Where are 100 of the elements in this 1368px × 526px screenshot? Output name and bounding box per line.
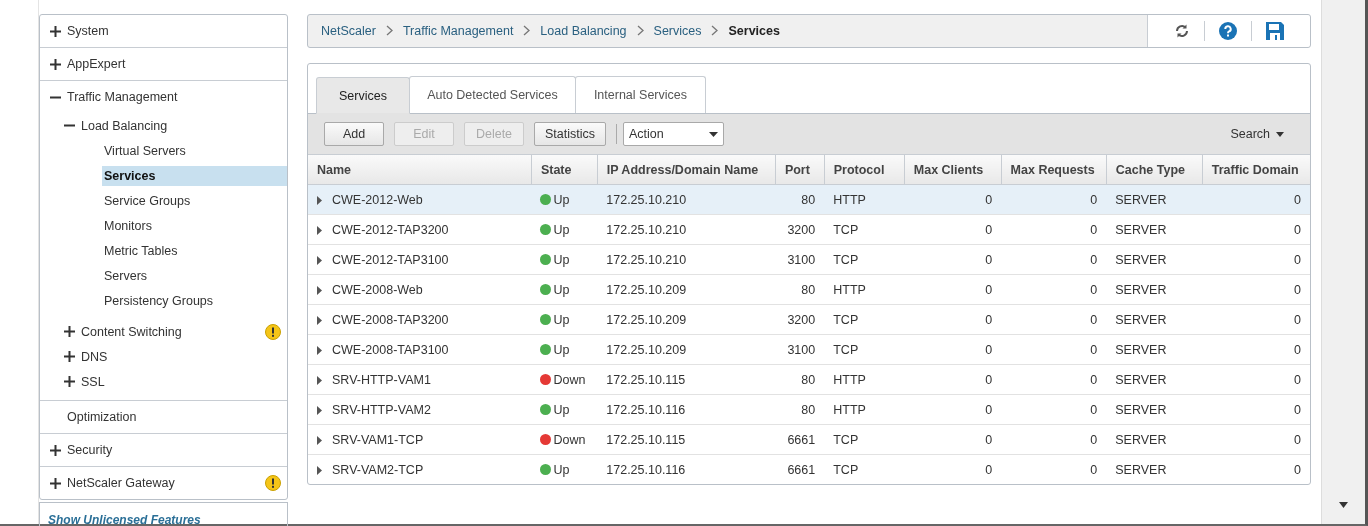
table-cell: SERVER: [1115, 342, 1167, 357]
nav-item[interactable]: Servers: [102, 265, 287, 286]
table-cell: 0: [985, 402, 993, 417]
table-cell: TCP: [833, 342, 859, 357]
nav-item[interactable]: Optimization: [67, 410, 137, 424]
column-header[interactable]: Max Clients: [904, 155, 1002, 185]
column-header[interactable]: State: [531, 155, 598, 185]
expand-triangle-icon[interactable]: [317, 255, 322, 265]
expand-triangle-icon[interactable]: [317, 435, 322, 445]
table-cell: 0: [985, 432, 993, 447]
nav-item[interactable]: NetScaler Gateway: [67, 476, 175, 490]
table-cell: SERVER: [1115, 462, 1167, 477]
save-icon[interactable]: [1266, 22, 1284, 40]
nav-item[interactable]: DNS: [81, 349, 108, 364]
service-name: CWE-2008-TAP3200: [332, 312, 449, 327]
table-cell: TCP: [833, 432, 859, 447]
table-cell: 0: [1090, 402, 1098, 417]
nav-item[interactable]: Services: [102, 165, 287, 186]
column-header[interactable]: Traffic Domain: [1202, 155, 1310, 185]
expand-triangle-icon[interactable]: [317, 465, 322, 475]
table-cell: 0: [985, 372, 993, 387]
search-menu[interactable]: Search: [1230, 127, 1294, 141]
table-row[interactable]: SRV-HTTP-VAM2 Up 172.25.10.116 80 HTTP 0 0 SERVER 0: [308, 394, 1310, 425]
table-row[interactable]: SRV-HTTP-VAM1 Down 172.25.10.115 80 HTTP 0 0 SERVER 0: [308, 364, 1310, 395]
table-cell: 0: [1294, 252, 1301, 267]
tab[interactable]: Internal Services: [574, 76, 706, 113]
table-row[interactable]: CWE-2012-TAP3100 Up 172.25.10.210 3100 TCP 0 0 SERVER 0: [308, 244, 1310, 275]
table-row[interactable]: SRV-VAM1-TCP Down 172.25.10.115 6661 TCP 0 0 SERVER 0: [308, 424, 1310, 455]
nav-item[interactable]: System: [67, 24, 109, 38]
expand-triangle-icon[interactable]: [317, 315, 322, 325]
nav-item[interactable]: Virtual Servers: [102, 140, 287, 161]
nav-item[interactable]: Content Switching: [81, 324, 182, 339]
plus-icon[interactable]: [50, 477, 61, 489]
column-header[interactable]: Port: [775, 155, 825, 185]
table-cell: 0: [1090, 312, 1098, 327]
table-cell: HTTP: [833, 192, 866, 207]
table-cell: 0: [1090, 282, 1098, 297]
table-cell: 0: [1294, 282, 1301, 297]
column-header[interactable]: Cache Type: [1106, 155, 1203, 185]
breadcrumb-current: Services: [728, 24, 780, 38]
table-cell: 0: [1294, 192, 1301, 207]
table-cell: 0: [1090, 222, 1098, 237]
table-row[interactable]: CWE-2012-TAP3200 Up 172.25.10.210 3200 TCP 0 0 SERVER 0: [308, 214, 1310, 245]
plus-icon[interactable]: [64, 376, 75, 387]
nav-item[interactable]: AppExpert: [67, 57, 126, 71]
table-cell: 172.25.10.210: [606, 192, 687, 207]
toolbar-button[interactable]: Add: [324, 122, 384, 146]
table-row[interactable]: CWE-2008-TAP3200 Up 172.25.10.209 3200 TCP 0 0 SERVER 0: [308, 304, 1310, 335]
plus-icon[interactable]: [50, 58, 61, 70]
nav-item[interactable]: Metric Tables: [102, 240, 287, 261]
service-name: CWE-2012-TAP3200: [332, 222, 449, 237]
expand-triangle-icon[interactable]: [317, 195, 322, 205]
table-cell: HTTP: [833, 402, 866, 417]
status-text: Up: [553, 252, 570, 267]
breadcrumb-link[interactable]: Load Balancing: [540, 24, 627, 38]
toolbar-button[interactable]: Statistics: [534, 122, 606, 146]
table-cell: 0: [1294, 222, 1301, 237]
table-cell: 3200: [787, 222, 816, 237]
expand-triangle-icon[interactable]: [317, 345, 322, 355]
expand-triangle-icon[interactable]: [317, 405, 322, 415]
table-row[interactable]: CWE-2008-Web Up 172.25.10.209 80 HTTP 0 0 SERVER 0: [308, 274, 1310, 305]
table-row[interactable]: CWE-2012-Web Up 172.25.10.210 80 HTTP 0 0 SERVER 0: [308, 184, 1310, 215]
tab[interactable]: Services: [316, 77, 410, 114]
nav-item[interactable]: Traffic Management: [67, 90, 178, 104]
column-header[interactable]: Name: [308, 155, 532, 185]
service-name: SRV-VAM1-TCP: [332, 432, 424, 447]
service-name: CWE-2012-TAP3100: [332, 252, 449, 267]
column-header[interactable]: Max Requests: [1001, 155, 1107, 185]
table-cell: SERVER: [1115, 282, 1167, 297]
nav-item[interactable]: Load Balancing: [81, 118, 168, 133]
expand-triangle-icon[interactable]: [317, 285, 322, 295]
scroll-down-arrow-icon[interactable]: [1339, 502, 1348, 508]
table-cell: 0: [1294, 432, 1301, 447]
nav-item[interactable]: Monitors: [102, 215, 287, 236]
nav-item[interactable]: Persistency Groups: [102, 290, 287, 311]
table-cell: 0: [1294, 402, 1301, 417]
column-header[interactable]: IP Address/Domain Name: [597, 155, 776, 185]
table-row[interactable]: SRV-VAM2-TCP Up 172.25.10.116 6661 TCP 0 0 SERVER 0: [308, 454, 1310, 484]
action-dropdown[interactable]: Action: [623, 122, 724, 146]
nav-item[interactable]: SSL: [81, 374, 105, 389]
refresh-icon[interactable]: [1174, 23, 1190, 39]
expand-triangle-icon[interactable]: [317, 375, 322, 385]
table-cell: 80: [801, 372, 816, 387]
plus-icon[interactable]: [50, 25, 61, 37]
help-icon[interactable]: [1219, 22, 1237, 40]
table-cell: 172.25.10.210: [606, 252, 687, 267]
table-row[interactable]: CWE-2008-TAP3100 Up 172.25.10.209 3100 TCP 0 0 SERVER 0: [308, 334, 1310, 365]
plus-icon[interactable]: [64, 326, 75, 337]
expand-triangle-icon[interactable]: [317, 225, 322, 235]
plus-icon[interactable]: [64, 351, 75, 362]
plus-icon[interactable]: [50, 444, 61, 456]
table-cell: 172.25.10.116: [606, 462, 686, 477]
nav-item[interactable]: Security: [67, 443, 113, 457]
column-header[interactable]: Protocol: [824, 155, 905, 185]
breadcrumb-link[interactable]: Services: [653, 24, 702, 38]
breadcrumb-link[interactable]: NetScaler: [321, 24, 376, 38]
breadcrumb-link[interactable]: Traffic Management: [402, 24, 514, 38]
table-cell: TCP: [833, 222, 859, 237]
table-cell: 0: [1090, 192, 1098, 207]
nav-item[interactable]: Service Groups: [102, 190, 287, 211]
